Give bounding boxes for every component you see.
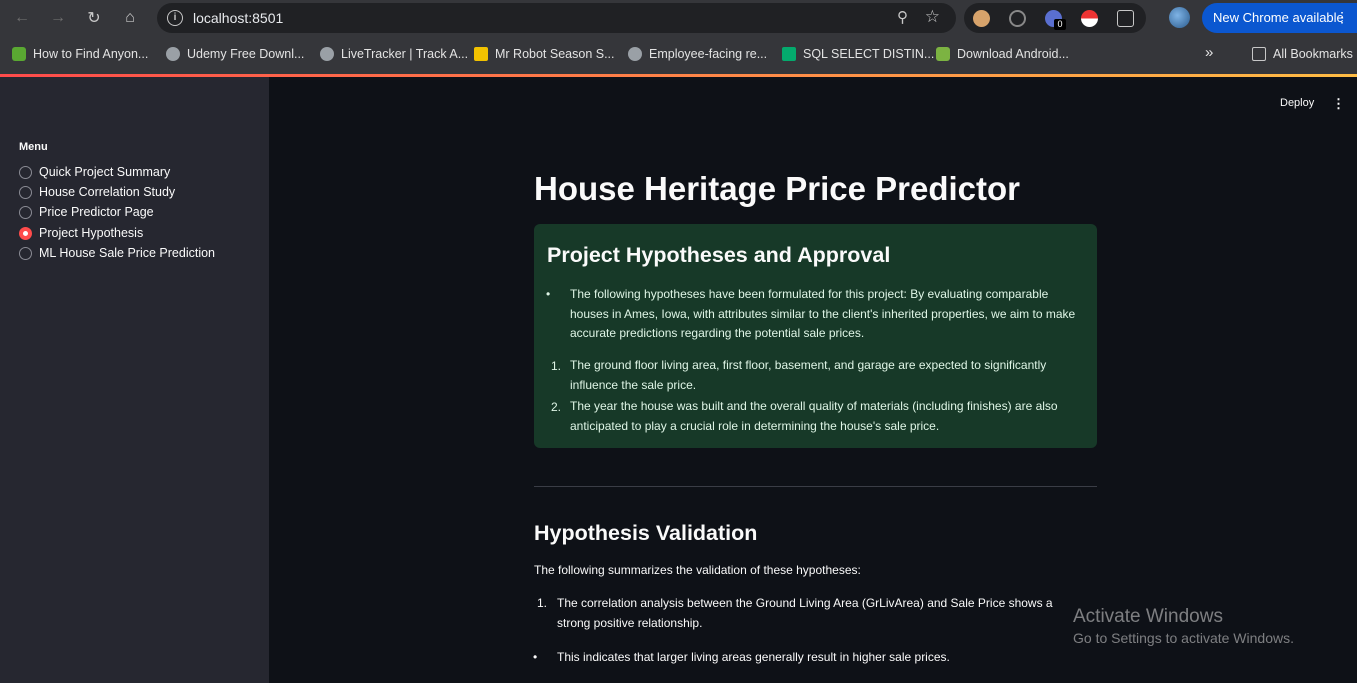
sidebar-item-project-hypothesis[interactable]: Project Hypothesis xyxy=(19,226,143,240)
folder-icon xyxy=(1252,47,1266,61)
extension-owl-icon[interactable] xyxy=(973,10,990,27)
success-box-heading: Project Hypotheses and Approval xyxy=(547,243,891,267)
bookmark-item[interactable]: Download Android... xyxy=(936,47,1069,61)
hypothesis-item-1: The ground floor living area, first floo… xyxy=(570,358,1047,392)
all-bookmarks-button[interactable]: All Bookmarks xyxy=(1252,47,1353,61)
main-content: Deploy ⋮ House Heritage Price Predictor … xyxy=(269,77,1357,683)
radio-button[interactable] xyxy=(19,246,32,260)
validation-bullet: This indicates that larger living areas … xyxy=(557,650,950,664)
chrome-menu-icon[interactable]: ⋮ xyxy=(1335,9,1349,26)
menu-label: Menu xyxy=(19,141,48,153)
android-icon xyxy=(936,47,950,61)
radio-button-selected[interactable] xyxy=(19,226,32,240)
sidebar-item-ml-house-sale-price-prediction[interactable]: ML House Sale Price Prediction xyxy=(19,246,215,260)
bookmark-star-icon[interactable]: ☆ xyxy=(925,7,940,27)
hypothesis-bullet: The following hypotheses have been formu… xyxy=(570,287,1076,340)
hypothesis-item-2: The year the house was built and the ove… xyxy=(570,399,1058,433)
sidebar-item-house-correlation-study[interactable]: House Correlation Study xyxy=(19,185,175,199)
page-title: House Heritage Price Predictor xyxy=(534,170,1021,207)
deploy-button[interactable]: Deploy xyxy=(1280,97,1314,109)
bookmark-item[interactable]: SQL SELECT DISTIN... xyxy=(782,47,934,61)
back-icon[interactable]: ← xyxy=(10,6,34,30)
globe-icon xyxy=(320,47,334,61)
main-menu-icon[interactable]: ⋮ xyxy=(1332,96,1345,112)
globe-icon xyxy=(628,47,642,61)
bullet-marker: • xyxy=(533,650,538,664)
home-icon[interactable]: ⌂ xyxy=(118,6,142,30)
watermark-line-2: Go to Settings to activate Windows. xyxy=(1073,630,1294,646)
sidebar: Menu Quick Project Summary House Correla… xyxy=(0,77,269,683)
bookmark-item[interactable]: How to Find Anyon... xyxy=(12,47,148,61)
site-info-icon[interactable]: i xyxy=(167,10,183,26)
url-text[interactable]: localhost:8501 xyxy=(193,10,283,26)
divider xyxy=(534,486,1097,487)
bookmarks-bar: How to Find Anyon... Udemy Free Downl...… xyxy=(0,36,1357,74)
bookmarks-overflow-icon[interactable]: » xyxy=(1205,44,1213,61)
radio-button[interactable] xyxy=(19,185,32,199)
extension-pokeball-icon[interactable] xyxy=(1081,10,1098,27)
forward-icon[interactable]: → xyxy=(46,6,70,30)
windows-activation-watermark: Activate Windows Go to Settings to activ… xyxy=(1073,606,1294,646)
bookmark-item[interactable]: LiveTracker | Track A... xyxy=(320,47,468,61)
validation-item-1: The correlation analysis between the Gro… xyxy=(557,596,1053,630)
reload-icon[interactable]: ↻ xyxy=(82,6,106,30)
address-bar[interactable]: i localhost:8501 ⚲ ☆ xyxy=(157,3,956,33)
watermark-line-1: Activate Windows xyxy=(1073,606,1223,627)
radio-button[interactable] xyxy=(19,205,32,219)
bookmark-item[interactable]: Employee-facing re... xyxy=(628,47,767,61)
new-chrome-label: New Chrome available xyxy=(1213,10,1344,25)
zoom-icon[interactable]: ⚲ xyxy=(897,8,908,26)
extensions-puzzle-icon[interactable] xyxy=(1117,10,1134,27)
bookmark-item[interactable]: Mr Robot Season S... xyxy=(474,47,615,61)
radio-button[interactable] xyxy=(19,165,32,179)
list-number: 2. xyxy=(551,400,562,414)
bullet-marker: • xyxy=(546,287,551,301)
list-number: 1. xyxy=(537,596,548,610)
validation-intro: The following summarizes the validation … xyxy=(534,563,861,577)
bookmark-favicon-icon xyxy=(782,47,796,61)
bookmark-favicon-icon xyxy=(474,47,488,61)
success-box: Project Hypotheses and Approval • The fo… xyxy=(534,224,1097,448)
sidebar-item-quick-project-summary[interactable]: Quick Project Summary xyxy=(19,165,170,179)
sidebar-item-price-predictor-page[interactable]: Price Predictor Page xyxy=(19,205,154,219)
extension-badge: 0 xyxy=(1054,19,1066,30)
globe-icon xyxy=(166,47,180,61)
extension-circle-icon[interactable] xyxy=(1009,10,1026,27)
bookmark-item[interactable]: Udemy Free Downl... xyxy=(166,47,304,61)
new-chrome-button[interactable]: New Chrome available ⋮ xyxy=(1202,3,1357,33)
browser-toolbar: ← → ↻ ⌂ i localhost:8501 ⚲ ☆ 0 New Chrom… xyxy=(0,0,1357,36)
bookmark-favicon-icon xyxy=(12,47,26,61)
list-number: 1. xyxy=(551,359,562,373)
validation-heading: Hypothesis Validation xyxy=(534,521,758,545)
profile-avatar[interactable] xyxy=(1169,7,1190,28)
